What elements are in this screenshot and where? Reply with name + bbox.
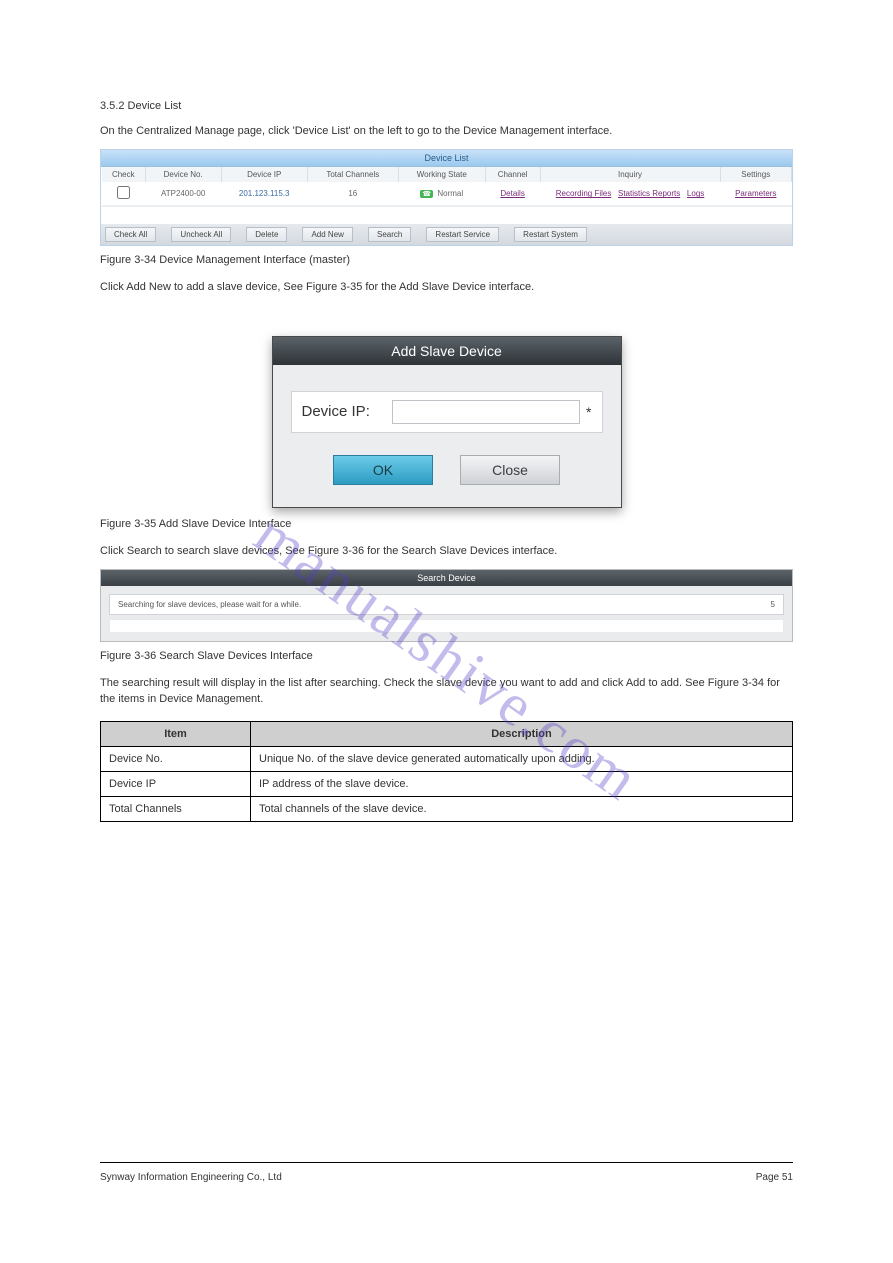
item-device-no: Device No. xyxy=(101,746,251,771)
device-list-panel: Device List Check Device No. Device IP T… xyxy=(100,149,793,246)
search-panel-title: Search Device xyxy=(101,570,792,586)
desc-device-ip: IP address of the slave device. xyxy=(251,771,793,796)
search-status-text: Searching for slave devices, please wait… xyxy=(118,600,301,609)
col-inquiry: Inquiry xyxy=(540,167,720,182)
table-row: Device IP IP address of the slave device… xyxy=(101,771,793,796)
footer-page: Page 51 xyxy=(756,1172,793,1183)
recording-files-link[interactable]: Recording Files xyxy=(556,189,612,198)
search-button[interactable]: Search xyxy=(368,227,411,242)
col-check: Check xyxy=(102,167,146,182)
cell-total-channels: 16 xyxy=(307,182,398,206)
cell-device-ip: 201.123.115.3 xyxy=(221,182,307,206)
search-device-panel: Search Device Searching for slave device… xyxy=(100,569,793,642)
row-checkbox[interactable] xyxy=(117,186,130,199)
table-row: Total Channels Total channels of the sla… xyxy=(101,796,793,821)
search-text: Click Search to search slave devices, Se… xyxy=(100,544,793,559)
items-col-description: Description xyxy=(251,721,793,746)
desc-total-channels: Total channels of the slave device. xyxy=(251,796,793,821)
item-total-channels: Total Channels xyxy=(101,796,251,821)
restart-service-button[interactable]: Restart Service xyxy=(426,227,499,242)
figure-34-caption: Figure 3-34 Device Management Interface … xyxy=(100,254,793,266)
cell-inquiry: Recording Files Statistics Reports Logs xyxy=(540,182,720,206)
items-header-row: Item Description xyxy=(101,721,793,746)
phone-icon: ☎ xyxy=(420,190,433,198)
table-row: Device No. Unique No. of the slave devic… xyxy=(101,746,793,771)
desc-device-no: Unique No. of the slave device generated… xyxy=(251,746,793,771)
intro-text: On the Centralized Manage page, click 'D… xyxy=(100,124,793,139)
cell-settings: Parameters xyxy=(720,182,791,206)
device-ip-label: Device IP: xyxy=(302,403,392,420)
items-table: Item Description Device No. Unique No. o… xyxy=(100,721,793,822)
footer-left: Synway Information Engineering Co., Ltd xyxy=(100,1172,282,1183)
check-all-button[interactable]: Check All xyxy=(105,227,156,242)
search-panel-body: Searching for slave devices, please wait… xyxy=(101,586,792,641)
delete-button[interactable]: Delete xyxy=(246,227,287,242)
footer-line xyxy=(100,1162,793,1163)
dialog-body: Device IP: * OK Close xyxy=(273,365,621,507)
figure-36-caption: Figure 3-36 Search Slave Devices Interfa… xyxy=(100,650,793,662)
col-settings: Settings xyxy=(720,167,791,182)
dialog-title: Add Slave Device xyxy=(273,337,621,365)
dialog-buttons: OK Close xyxy=(291,455,603,485)
device-list-table: Check Device No. Device IP Total Channel… xyxy=(101,167,792,206)
button-bar: Check All Uncheck All Delete Add New Sea… xyxy=(101,224,792,245)
items-col-item: Item xyxy=(101,721,251,746)
device-list-header-row: Check Device No. Device IP Total Channel… xyxy=(102,167,792,182)
cell-working-state: ☎ Normal xyxy=(398,182,485,206)
col-total-channels: Total Channels xyxy=(307,167,398,182)
item-device-ip: Device IP xyxy=(101,771,251,796)
logs-link[interactable]: Logs xyxy=(687,189,704,198)
parameters-link[interactable]: Parameters xyxy=(735,189,776,198)
add-new-text: Click Add New to add a slave device, See… xyxy=(100,280,793,295)
uncheck-all-button[interactable]: Uncheck All xyxy=(171,227,231,242)
details-link[interactable]: Details xyxy=(500,189,524,198)
search-counter: 5 xyxy=(771,600,775,609)
col-working-state: Working State xyxy=(398,167,485,182)
col-device-ip: Device IP xyxy=(221,167,307,182)
blank-strip xyxy=(101,206,792,224)
close-button[interactable]: Close xyxy=(460,455,560,485)
table-row: ATP2400-00 201.123.115.3 16 ☎ Normal Det… xyxy=(102,182,792,206)
cell-device-no: ATP2400-00 xyxy=(145,182,221,206)
col-device-no: Device No. xyxy=(145,167,221,182)
device-ip-input[interactable] xyxy=(392,400,581,424)
result-text: The searching result will display in the… xyxy=(100,676,793,707)
col-channel: Channel xyxy=(485,167,540,182)
state-text: Normal xyxy=(437,189,463,198)
figure-35-caption: Figure 3-35 Add Slave Device Interface xyxy=(100,518,793,530)
row-checkbox-cell xyxy=(102,182,146,206)
search-status-row: Searching for slave devices, please wait… xyxy=(109,594,784,615)
ok-button[interactable]: OK xyxy=(333,455,433,485)
add-slave-device-dialog: Add Slave Device Device IP: * OK Close xyxy=(272,336,622,508)
device-list-title: Device List xyxy=(101,150,792,167)
restart-system-button[interactable]: Restart System xyxy=(514,227,587,242)
cell-channel: Details xyxy=(485,182,540,206)
required-star: * xyxy=(586,404,591,420)
search-blank xyxy=(109,619,784,633)
device-ip-row: Device IP: * xyxy=(291,391,603,433)
statistics-reports-link[interactable]: Statistics Reports xyxy=(618,189,680,198)
section-heading: 3.5.2 Device List xyxy=(100,100,793,112)
add-new-button[interactable]: Add New xyxy=(302,227,352,242)
